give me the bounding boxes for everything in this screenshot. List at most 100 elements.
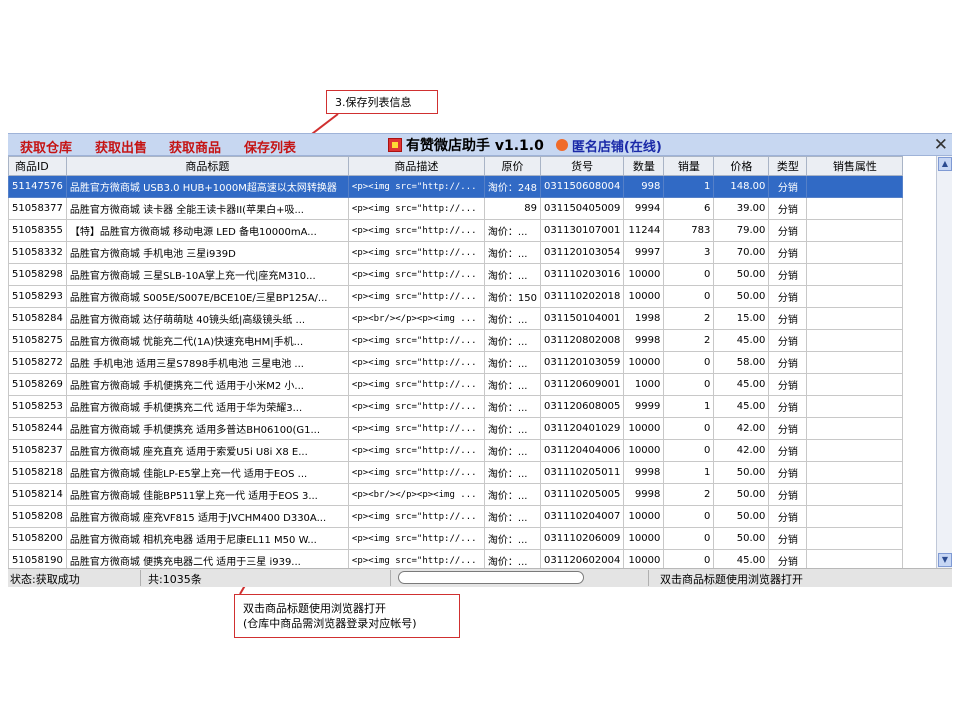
cell-title[interactable]: 品胜官方微商城 达仔萌萌哒 40镜头纸|高级镜头纸 ... bbox=[65, 307, 349, 330]
cell-sale-attributes bbox=[806, 329, 904, 352]
cell-title[interactable]: 品胜官方微商城 读卡器 全能王读卡器II(苹果白+吸... bbox=[65, 197, 349, 220]
table-row[interactable]: 51058244 品胜官方微商城 手机便携充 适用多普达BH06100(G1...… bbox=[8, 417, 904, 440]
cell-description: <p><img src="http://... bbox=[347, 351, 485, 374]
table-row[interactable]: 51058298 品胜官方微商城 三星SLB-10A掌上充一代|座充M310...… bbox=[8, 263, 904, 286]
table-row[interactable]: 51058218 品胜官方微商城 佳能LP-E5掌上充一代 适用于EOS ... <… bbox=[8, 461, 904, 484]
cell-title[interactable]: 品胜官方微商城 手机电池 三星i939D bbox=[65, 241, 349, 264]
table-row[interactable]: 51058377 品胜官方微商城 读卡器 全能王读卡器II(苹果白+吸... <p>… bbox=[8, 197, 904, 220]
status-count: 共:1035条 bbox=[148, 573, 202, 586]
column-header-sales[interactable]: 销量 bbox=[663, 156, 715, 176]
cell-description: <p><img src="http://... bbox=[347, 395, 485, 418]
cell-original-price: 淘价：... bbox=[483, 527, 542, 550]
table-row[interactable]: 51058272 品胜 手机电池 适用三星S7898手机电池 三星电池 ... <p… bbox=[8, 351, 904, 374]
cell-title[interactable]: 品胜官方微商城 佳能BP511掌上充一代 适用于EOS 3... bbox=[65, 483, 349, 506]
cell-price: 148.00 bbox=[713, 175, 770, 198]
get-warehouse-button[interactable]: 获取仓库 bbox=[20, 137, 72, 156]
column-header-type[interactable]: 类型 bbox=[768, 156, 808, 176]
cell-sale-attributes bbox=[806, 263, 904, 286]
cell-sku: 031120103054 bbox=[539, 241, 625, 264]
cell-original-price: 淘价：... bbox=[483, 461, 542, 484]
cell-sale-attributes bbox=[806, 549, 904, 568]
cell-price: 50.00 bbox=[713, 505, 770, 528]
cell-title[interactable]: 品胜官方微商城 USB3.0 HUB+1000M超高速以太网转换器 bbox=[65, 175, 349, 198]
cell-id: 51058284 bbox=[8, 307, 67, 330]
cell-sale-attributes bbox=[806, 395, 904, 418]
table-row[interactable]: 51058200 品胜官方微商城 相机充电器 适用于尼康EL11 M50 W...… bbox=[8, 527, 904, 550]
cell-type: 分销 bbox=[768, 527, 808, 550]
app-title: 有赞微店助手 v1.1.0 bbox=[406, 138, 544, 154]
cell-type: 分销 bbox=[768, 461, 808, 484]
cell-description: <p><img src="http://... bbox=[347, 197, 485, 220]
cell-id: 51058275 bbox=[8, 329, 67, 352]
cell-title[interactable]: 品胜 手机电池 适用三星S7898手机电池 三星电池 ... bbox=[65, 351, 349, 374]
table-row[interactable]: 51147576 品胜官方微商城 USB3.0 HUB+1000M超高速以太网转换… bbox=[8, 175, 904, 198]
column-header-quantity[interactable]: 数量 bbox=[623, 156, 665, 176]
cell-sku: 031120103059 bbox=[539, 351, 625, 374]
save-list-button[interactable]: 保存列表 bbox=[244, 137, 296, 156]
column-header-description[interactable]: 商品描述 bbox=[347, 156, 485, 176]
cell-title[interactable]: 【特】品胜官方微商城 移动电源 LED 备电10000mA... bbox=[65, 219, 349, 242]
cell-type: 分销 bbox=[768, 373, 808, 396]
cell-price: 50.00 bbox=[713, 527, 770, 550]
cell-title[interactable]: 品胜官方微商城 座充VF815 适用于JVCHM400 D330A... bbox=[65, 505, 349, 528]
scroll-up-icon[interactable]: ▲ bbox=[938, 157, 952, 171]
table-row[interactable]: 51058237 品胜官方微商城 座充直充 适用于索爱U5i U8i X8 E..… bbox=[8, 439, 904, 462]
table-row[interactable]: 51058275 品胜官方微商城 忧能充二代(1A)快速充电HM|手机... <p>… bbox=[8, 329, 904, 352]
cell-sale-attributes bbox=[806, 197, 904, 220]
column-header-sale-attributes[interactable]: 销售属性 bbox=[806, 156, 904, 176]
cell-title[interactable]: 品胜官方微商城 相机充电器 适用于尼康EL11 M50 W... bbox=[65, 527, 349, 550]
cell-type: 分销 bbox=[768, 175, 808, 198]
vertical-scrollbar[interactable]: ▲ ▼ bbox=[936, 156, 952, 568]
cell-sku: 031150104001 bbox=[539, 307, 625, 330]
cell-description: <p><img src="http://... bbox=[347, 439, 485, 462]
cell-title[interactable]: 品胜官方微商城 三星SLB-10A掌上充一代|座充M310... bbox=[65, 263, 349, 286]
cell-title[interactable]: 品胜官方微商城 S005E/S007E/BCE10E/三星BP125A/... bbox=[65, 285, 349, 308]
column-header-sku[interactable]: 货号 bbox=[539, 156, 625, 176]
cell-original-price: 淘价：... bbox=[483, 417, 542, 440]
cell-title[interactable]: 品胜官方微商城 便携充电器二代 适用于三星 i939... bbox=[65, 549, 349, 568]
table-row[interactable]: 51058269 品胜官方微商城 手机便携充二代 适用于小米M2 小... <p><… bbox=[8, 373, 904, 396]
cell-sales: 2 bbox=[663, 483, 715, 506]
cell-id: 51058208 bbox=[8, 505, 67, 528]
product-table-container: 商品ID 商品标题 商品描述 原价 货号 数量 销量 价格 类型 销售属性 51… bbox=[8, 156, 936, 568]
cell-original-price: 淘价：... bbox=[483, 439, 542, 462]
cell-sku: 031120802008 bbox=[539, 329, 625, 352]
cell-quantity: 10000 bbox=[623, 351, 665, 374]
product-table: 商品ID 商品标题 商品描述 原价 货号 数量 销量 价格 类型 销售属性 51… bbox=[8, 156, 904, 568]
cell-title[interactable]: 品胜官方微商城 手机便携充二代 适用于小米M2 小... bbox=[65, 373, 349, 396]
cell-title[interactable]: 品胜官方微商城 手机便携充 适用多普达BH06100(G1... bbox=[65, 417, 349, 440]
table-row[interactable]: 51058332 品胜官方微商城 手机电池 三星i939D <p><img src=… bbox=[8, 241, 904, 264]
cell-description: <p><img src="http://... bbox=[347, 241, 485, 264]
cell-id: 51058244 bbox=[8, 417, 67, 440]
cell-id: 51058190 bbox=[8, 549, 67, 568]
table-row[interactable]: 51058284 品胜官方微商城 达仔萌萌哒 40镜头纸|高级镜头纸 ... <p>… bbox=[8, 307, 904, 330]
table-row[interactable]: 51058293 品胜官方微商城 S005E/S007E/BCE10E/三星BP1… bbox=[8, 285, 904, 308]
table-row[interactable]: 51058214 品胜官方微商城 佳能BP511掌上充一代 适用于EOS 3...… bbox=[8, 483, 904, 506]
store-icon bbox=[555, 139, 568, 151]
cell-type: 分销 bbox=[768, 219, 808, 242]
cell-type: 分销 bbox=[768, 483, 808, 506]
cell-type: 分销 bbox=[768, 395, 808, 418]
get-on-sale-button[interactable]: 获取出售 bbox=[95, 137, 147, 156]
column-header-title[interactable]: 商品标题 bbox=[65, 156, 349, 176]
cell-sales: 0 bbox=[663, 417, 715, 440]
table-row[interactable]: 51058253 品胜官方微商城 手机便携充二代 适用于华为荣耀3... <p><i… bbox=[8, 395, 904, 418]
column-header-original-price[interactable]: 原价 bbox=[483, 156, 542, 176]
cell-id: 51147576 bbox=[8, 175, 67, 198]
scroll-down-icon[interactable]: ▼ bbox=[938, 553, 952, 567]
table-row[interactable]: 51058190 品胜官方微商城 便携充电器二代 适用于三星 i939... <p>… bbox=[8, 549, 904, 568]
table-row[interactable]: 51058355 【特】品胜官方微商城 移动电源 LED 备电10000mA...… bbox=[8, 219, 904, 242]
column-header-price[interactable]: 价格 bbox=[713, 156, 770, 176]
cell-title[interactable]: 品胜官方微商城 忧能充二代(1A)快速充电HM|手机... bbox=[65, 329, 349, 352]
get-products-button[interactable]: 获取商品 bbox=[169, 137, 221, 156]
cell-title[interactable]: 品胜官方微商城 手机便携充二代 适用于华为荣耀3... bbox=[65, 395, 349, 418]
cell-title[interactable]: 品胜官方微商城 座充直充 适用于索爱U5i U8i X8 E... bbox=[65, 439, 349, 462]
cell-sku: 031110203016 bbox=[539, 263, 625, 286]
column-header-id[interactable]: 商品ID bbox=[8, 156, 67, 176]
close-icon[interactable]: ✕ bbox=[934, 135, 948, 155]
cell-sales: 0 bbox=[663, 373, 715, 396]
cell-quantity: 9999 bbox=[623, 395, 665, 418]
cell-title[interactable]: 品胜官方微商城 佳能LP-E5掌上充一代 适用于EOS ... bbox=[65, 461, 349, 484]
cell-description: <p><img src="http://... bbox=[347, 505, 485, 528]
table-row[interactable]: 51058208 品胜官方微商城 座充VF815 适用于JVCHM400 D330… bbox=[8, 505, 904, 528]
